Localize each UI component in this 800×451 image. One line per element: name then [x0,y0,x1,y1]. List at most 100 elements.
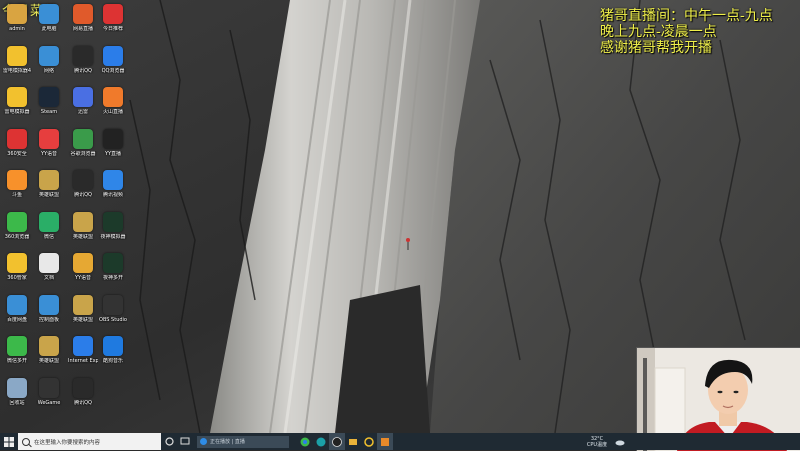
taskbar-app-chrome[interactable] [297,433,313,450]
game-icon [39,170,59,190]
desktop-icon[interactable]: YY直播 [98,128,128,169]
taskbar-edge-window[interactable]: 正在播放 | 直播 [197,435,289,448]
desktop-icon-label: 微信 [43,233,54,240]
desktop-icon-label: 360管家 [7,275,27,281]
desktop-icon[interactable]: admin [2,4,32,44]
desktop-icon[interactable]: 雷电模拟器4 [2,45,32,86]
search-placeholder: 在这里输入你要搜索的内容 [34,439,101,446]
cpu-temperature[interactable]: 32°C CPU温度 [582,436,612,448]
star-icon [103,4,123,24]
desktop-icon-label: 夜神模拟器 [100,233,126,240]
cortana-button[interactable] [161,433,177,450]
desktop-icon[interactable]: 微信 [34,211,64,252]
desktop-icon[interactable]: 腾讯视频 [98,170,128,210]
taskbar-app-browser[interactable] [313,433,329,450]
desktop-icon[interactable]: WeGame [34,377,64,418]
qq-icon [73,45,93,66]
desktop-icon[interactable]: 360安全 [2,128,32,169]
file-icon [39,253,59,273]
desktop-icon[interactable]: 文档 [34,253,64,293]
desktop-icon-label: admin [9,26,25,32]
cortana-icon [164,437,174,446]
desktop-icon[interactable]: 斗鱼 [2,170,32,210]
desktop-icon[interactable]: 今日推荐 [98,4,128,44]
browser-icon [103,45,123,66]
desktop-icon[interactable]: 夜神多开 [98,253,128,293]
nox-icon [103,211,123,232]
cloud-icon [7,294,27,315]
desktop-icon-label: 谷歌浏览器 [70,150,96,157]
desktop-icon[interactable]: Internet Explorer [68,336,98,376]
desktop-icon[interactable]: 360浏览器 [2,211,32,252]
desktop-icon-label: 火山直播 [102,109,123,115]
yy-icon [39,128,59,149]
taskbar-search-box[interactable]: 在这里输入你要搜索的内容 [18,433,161,450]
desktop-icon-label: Steam [40,109,58,115]
desktop-icon[interactable]: 腾讯QQ [68,170,98,210]
desktop-icon[interactable]: 英雄联盟 [34,170,64,210]
desktop-icon[interactable]: 酷狗音乐 [98,336,128,376]
taskbar-app-tool[interactable] [377,433,393,450]
desktop-icon[interactable]: OBS Studio [98,294,128,335]
desktop-icon[interactable]: 迅雷 [68,87,98,127]
desktop-icon[interactable]: 英雄联盟 [34,336,64,376]
desktop-icon-label: 英雄联盟 [72,233,93,240]
desktop-icon[interactable]: 百度网盘 [2,294,32,335]
desktop-icon[interactable]: 网易直播 [68,4,98,44]
fish-icon [7,170,27,190]
desktop-icon[interactable]: 回收站 [2,377,32,418]
game-icon [73,294,93,315]
desktop-icon[interactable]: 控制面板 [34,294,64,335]
desktop-icon[interactable]: 英雄联盟 [68,294,98,335]
desktop-icon[interactable]: YY语音 [34,128,64,169]
emulator-icon [7,87,27,107]
video-icon [103,170,123,190]
desktop-icon[interactable]: 英雄联盟 [68,211,98,252]
desktop-icon[interactable]: Steam [34,87,64,127]
desktop-icon[interactable]: 网络 [34,45,64,86]
live-icon [73,4,93,24]
browser-icon [316,437,326,446]
task-view-button[interactable] [177,433,193,450]
desktop-icon[interactable]: YY语音 [68,253,98,293]
chrome-icon [73,128,93,149]
desktop-icon-label: 腾讯QQ [74,399,92,406]
wegame-icon [39,377,59,398]
weather-button[interactable] [612,433,628,450]
desktop-icon[interactable]: 腾讯QQ [68,45,98,86]
cpu-temp-label: CPU温度 [586,441,608,448]
taskbar-app-obs[interactable] [329,433,345,450]
shield-icon [7,128,27,149]
desktop-icon-label: OBS Studio [99,316,127,323]
desktop-icon[interactable]: 谷歌浏览器 [68,128,98,169]
folder-icon [349,438,357,445]
yy-icon [364,436,374,447]
recycle-icon [7,377,27,398]
panel-icon [39,294,59,315]
desktop-icon[interactable]: QQ浏览器 [98,45,128,86]
desktop-icon-label: 回收站 [9,399,25,406]
desktop-icon-label: 夜神多开 [102,275,123,281]
stream-line: 猪哥直播间：中午一点-九点 [600,8,773,24]
plus-icon [7,336,27,356]
taskbar-app-explorer[interactable] [345,433,361,450]
task-view-icon [180,437,190,445]
taskbar-app-yy[interactable] [361,433,377,450]
start-button[interactable] [0,433,18,450]
obs-icon [103,294,123,315]
desktop-icon[interactable]: 此电脑 [34,4,64,44]
desktop-icon[interactable]: 夜神模拟器 [98,211,128,252]
stream-line: 感谢猪哥帮我开播 [600,40,712,56]
desktop-icon[interactable]: 雷电模拟器 [2,87,32,127]
desktop-icon-label: 腾讯QQ [74,192,92,198]
desktop-icon[interactable]: 火山直播 [98,87,128,127]
desktop-icon-label: 今日推荐 [102,26,123,32]
desktop-icon-label: 英雄联盟 [38,192,59,198]
desktop-icon[interactable]: 腾讯QQ [68,377,98,418]
desktop-icon[interactable]: 微信多开 [2,336,32,376]
desktop-icon-label: 迅雷 [77,109,88,115]
stream-schedule-overlay: 猪哥直播间：中午一点-九点 晚上九点-凌晨一点 感谢猪哥帮我开播 [600,8,796,56]
yy-icon [73,253,93,273]
obs-icon [332,436,342,447]
desktop-icon[interactable]: 360管家 [2,253,32,293]
